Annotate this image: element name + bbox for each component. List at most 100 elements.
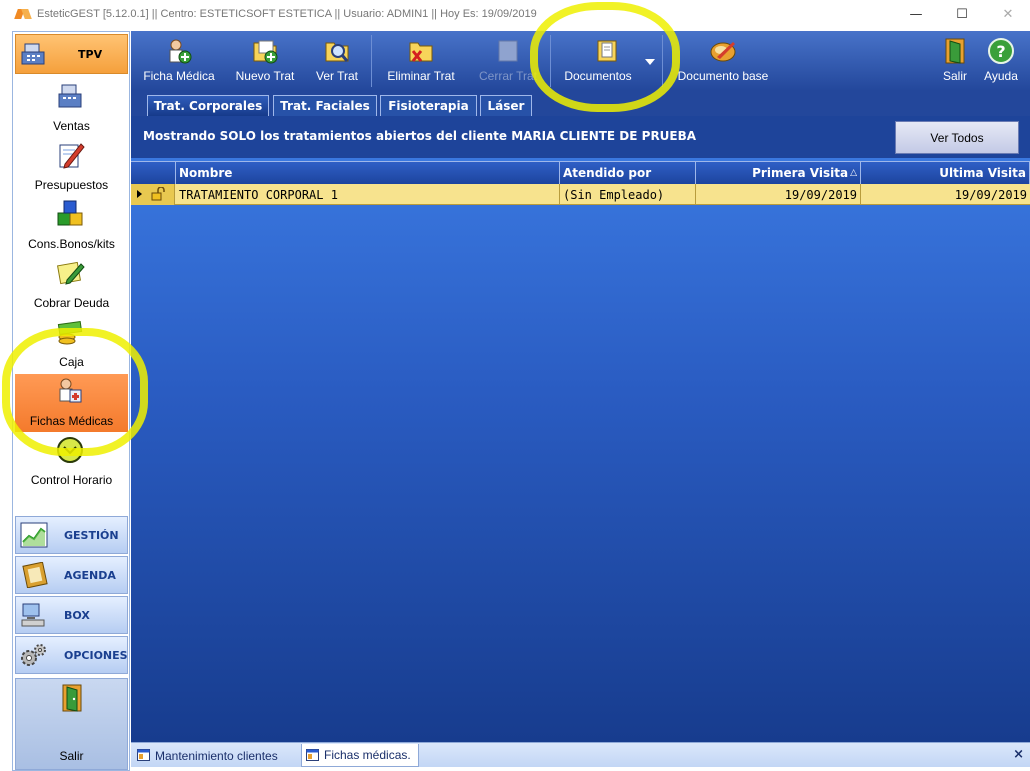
toolbar-label: Ver Trat <box>315 69 359 83</box>
documentos-button[interactable]: Documentos <box>556 31 660 91</box>
cell-ultima-visita: 19/09/2019 <box>954 187 1027 202</box>
minimize-button[interactable]: — <box>893 0 939 28</box>
toolbar-separator <box>662 35 663 87</box>
section-label: BOX <box>64 608 90 622</box>
chevron-down-icon[interactable] <box>644 58 656 66</box>
section-agenda-button[interactable]: AGENDA <box>15 556 128 594</box>
tab-fisioterapia[interactable]: Fisioterapia <box>380 95 477 116</box>
close-tab-icon[interactable]: × <box>1013 747 1024 762</box>
toolbar-separator <box>371 35 372 87</box>
current-row-arrow-icon <box>137 190 142 198</box>
folder-add-icon <box>253 40 278 64</box>
window-tab-label: Fichas médicas. <box>324 748 411 762</box>
sidebar-item-cons-bonos-kits[interactable]: Cons.Bonos/kits <box>15 197 128 255</box>
sidebar-item-label: Cobrar Deuda <box>33 296 110 310</box>
section-gestion-button[interactable]: GESTIÓN <box>15 516 128 554</box>
sidebar-item-label: Caja <box>59 355 84 369</box>
window-icon <box>306 749 319 761</box>
unlocked-icon <box>151 187 165 201</box>
blocks-icon <box>57 200 83 226</box>
agenda-icon <box>22 562 48 588</box>
grid-header: Nombre Atendido por Primera Visita △ Ult… <box>131 161 1030 184</box>
folder-close-icon <box>498 40 518 62</box>
maximize-button[interactable]: ☐ <box>939 0 985 28</box>
toolbar-label: Eliminar Trat <box>387 69 455 83</box>
section-label: AGENDA <box>64 568 116 582</box>
toolbar-label: Documento base <box>677 69 769 83</box>
documents-icon <box>597 40 617 62</box>
toolbar-label: Salir <box>942 69 967 83</box>
sidebar-item-control-horario[interactable]: Control Horario <box>15 433 128 491</box>
chart-icon <box>20 522 48 548</box>
medical-file-icon <box>169 39 192 64</box>
sidebar-item-label: Presupuestos <box>34 178 109 192</box>
window-icon <box>137 749 150 761</box>
eliminar-trat-button[interactable]: Eliminar Trat <box>377 31 465 91</box>
left-sidebar: TPV Ventas Presupuestos Cons.Bonos/kits <box>12 31 130 771</box>
cell-atendido-por: (Sin Empleado) <box>560 184 696 205</box>
section-box-button[interactable]: BOX <box>15 596 128 634</box>
column-header-label: Primera Visita <box>752 166 849 180</box>
main-panel: Ficha Médica Nuevo Trat Ver Trat Elimina… <box>131 31 1030 771</box>
ver-trat-button[interactable]: Ver Trat <box>307 31 367 91</box>
grid-header-indicator <box>131 161 176 184</box>
tab-trat-faciales[interactable]: Trat. Faciales <box>273 95 377 116</box>
close-button[interactable]: ✕ <box>985 0 1030 28</box>
app-logo-icon <box>16 7 32 21</box>
ayuda-button[interactable]: ? Ayuda <box>977 31 1025 91</box>
window-title: EsteticGEST [5.12.0.1] || Centro: ESTETI… <box>37 8 537 20</box>
column-header-ultima-visita[interactable]: Ultima Visita <box>861 161 1030 184</box>
svg-text:?: ? <box>996 42 1005 61</box>
tab-trat-corporales[interactable]: Trat. Corporales <box>147 95 269 116</box>
sidebar-item-fichas-medicas[interactable]: Fichas Médicas <box>15 374 128 432</box>
toolbar-label: Ayuda <box>984 69 1018 83</box>
toolbar: Ficha Médica Nuevo Trat Ver Trat Elimina… <box>131 31 1030 91</box>
tab-fichas-medicas[interactable]: Fichas médicas. <box>301 744 419 767</box>
document-base-icon <box>710 42 736 62</box>
tab-laser[interactable]: Láser <box>480 95 532 116</box>
help-icon: ? <box>988 38 1014 64</box>
documento-base-button[interactable]: Documento base <box>671 31 775 91</box>
window-tabs: Mantenimiento clientes Fichas médicas. × <box>131 742 1030 767</box>
cell-primera-visita: 19/09/2019 <box>696 184 861 205</box>
treatment-tabs: Trat. Corporales Trat. Faciales Fisioter… <box>131 91 1030 116</box>
sidebar-item-caja[interactable]: Caja <box>15 315 128 373</box>
column-header-atendido-por[interactable]: Atendido por <box>560 161 696 184</box>
pencil-document-icon <box>59 143 85 169</box>
ficha-medica-button[interactable]: Ficha Médica <box>137 31 221 91</box>
sidebar-item-label: Cons.Bonos/kits <box>28 237 115 251</box>
window-tab-label: Mantenimiento clientes <box>155 748 278 763</box>
nuevo-trat-button[interactable]: Nuevo Trat <box>227 31 303 91</box>
table-row[interactable]: TRATAMIENTO CORPORAL 1 (Sin Empleado) 19… <box>131 184 1030 205</box>
toolbar-label: Nuevo Trat <box>235 69 295 83</box>
tab-mantenimiento-clientes[interactable]: Mantenimiento clientes <box>133 744 293 767</box>
column-header-primera-visita[interactable]: Primera Visita △ <box>696 161 861 184</box>
cell-nombre: TRATAMIENTO CORPORAL 1 <box>176 184 560 205</box>
section-label: OPCIONES <box>64 648 128 662</box>
folder-search-icon <box>325 42 349 62</box>
toolbar-label: Ficha Médica <box>143 69 215 83</box>
medical-file-icon <box>59 378 82 403</box>
cash-register-icon <box>21 43 45 65</box>
money-icon <box>57 320 83 345</box>
column-header-nombre[interactable]: Nombre <box>176 161 560 184</box>
section-opciones-button[interactable]: OPCIONES <box>15 636 128 674</box>
computer-icon <box>21 603 45 627</box>
folder-delete-icon <box>409 42 433 62</box>
sidebar-item-ventas[interactable]: Ventas <box>15 79 128 137</box>
info-bar: Mostrando SOLO los tratamientos abiertos… <box>131 116 1030 158</box>
sort-ascending-icon: △ <box>850 168 857 178</box>
toolbar-label: Documentos <box>564 69 632 83</box>
note-pencil-icon <box>57 261 85 285</box>
salir-button[interactable]: Salir <box>935 31 975 91</box>
gears-icon <box>21 644 46 666</box>
sidebar-exit-button[interactable]: Salir <box>15 678 128 770</box>
window-titlebar: EsteticGEST [5.12.0.1] || Centro: ESTETI… <box>0 0 1030 28</box>
ver-todos-button[interactable]: Ver Todos <box>895 121 1019 154</box>
tpv-section-header[interactable]: TPV <box>15 34 128 74</box>
cash-register-icon <box>58 84 82 108</box>
row-indicator <box>131 184 175 205</box>
sidebar-item-cobrar-deuda[interactable]: Cobrar Deuda <box>15 256 128 314</box>
section-label: GESTIÓN <box>64 528 119 542</box>
sidebar-item-presupuestos[interactable]: Presupuestos <box>15 138 128 196</box>
